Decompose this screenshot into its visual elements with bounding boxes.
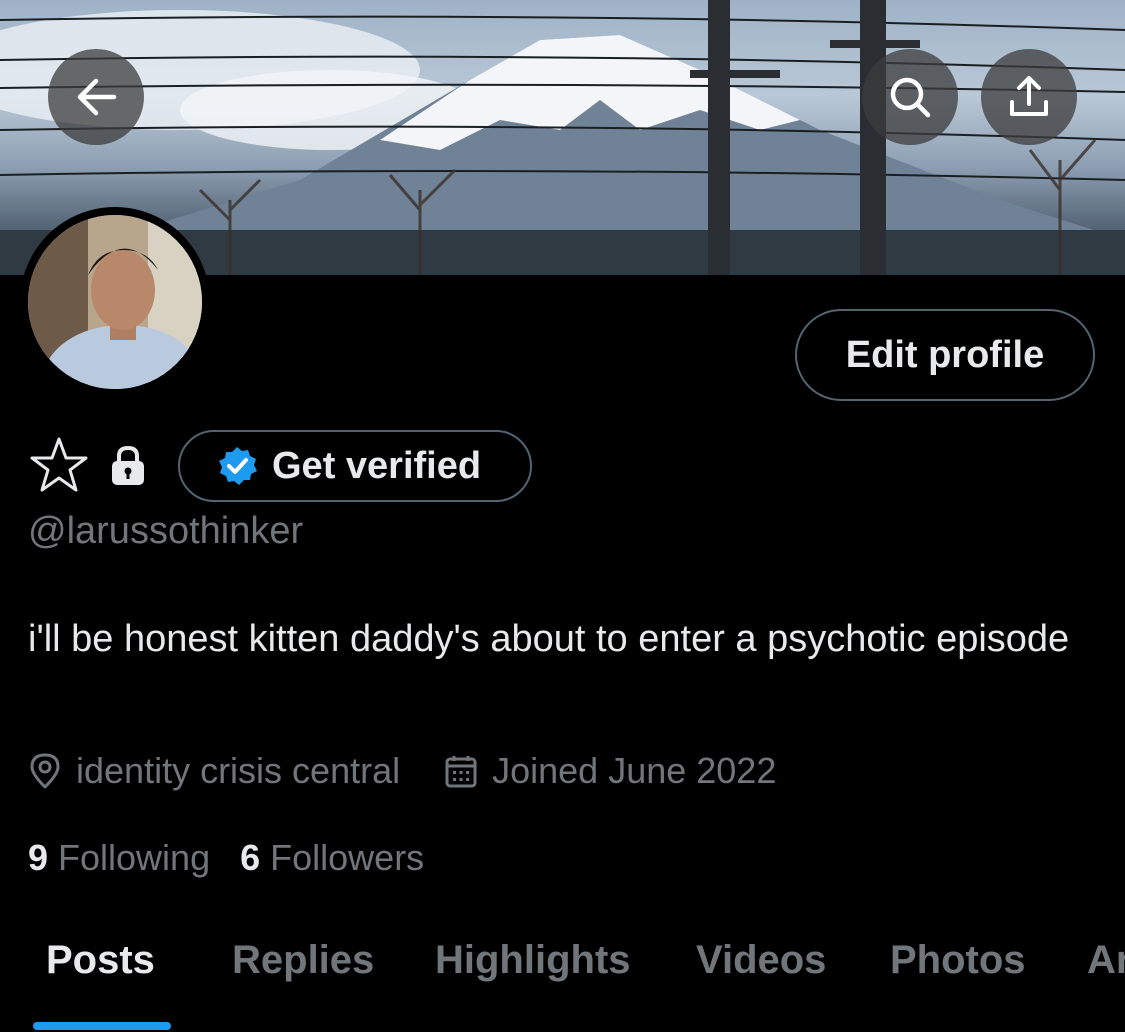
edit-profile-button[interactable]: Edit profile (795, 309, 1095, 401)
following-link[interactable]: 9 Following (28, 837, 210, 879)
profile-tabs: Posts Replies Highlights Videos Photos A… (0, 930, 1125, 1032)
search-button[interactable] (862, 49, 958, 145)
profile-avatar[interactable] (20, 207, 210, 397)
joined-item: Joined June 2022 (444, 750, 776, 792)
get-verified-button[interactable]: Get verified (178, 430, 532, 502)
following-label: Following (58, 837, 211, 878)
tab-posts[interactable]: Posts (46, 938, 155, 983)
follow-stats: 9 Following 6 Followers (28, 832, 454, 884)
star-icon (30, 437, 88, 492)
followers-count: 6 (240, 837, 261, 878)
following-count: 9 (28, 837, 49, 878)
search-icon (890, 77, 931, 118)
tab-articles[interactable]: Ar (1087, 938, 1125, 983)
tab-highlights[interactable]: Highlights (435, 938, 631, 983)
location-item: identity crisis central (28, 750, 400, 792)
name-badges (28, 430, 148, 500)
lock-icon (112, 445, 144, 485)
tab-photos[interactable]: Photos (890, 938, 1026, 983)
joined-text: Joined June 2022 (492, 750, 777, 791)
tab-videos[interactable]: Videos (696, 938, 826, 983)
profile-meta: identity crisis central Joined June 2022 (28, 745, 776, 797)
profile-handle: @larussothinker (28, 510, 304, 552)
edit-profile-label: Edit profile (845, 333, 1045, 376)
back-button[interactable] (48, 49, 144, 145)
verified-badge-icon (219, 447, 257, 485)
location-text: identity crisis central (76, 750, 401, 791)
location-pin-icon (30, 753, 60, 789)
share-button[interactable] (981, 49, 1077, 145)
share-icon (1010, 76, 1048, 116)
profile-bio: i'll be honest kitten daddy's about to e… (28, 618, 1070, 660)
tab-replies[interactable]: Replies (232, 938, 374, 983)
avatar-image (28, 215, 202, 389)
followers-link[interactable]: 6 Followers (240, 837, 424, 879)
arrow-left-icon (77, 78, 117, 116)
followers-label: Followers (270, 837, 425, 878)
active-tab-indicator (33, 1022, 171, 1030)
calendar-icon (445, 756, 477, 788)
get-verified-label: Get verified (272, 444, 482, 487)
